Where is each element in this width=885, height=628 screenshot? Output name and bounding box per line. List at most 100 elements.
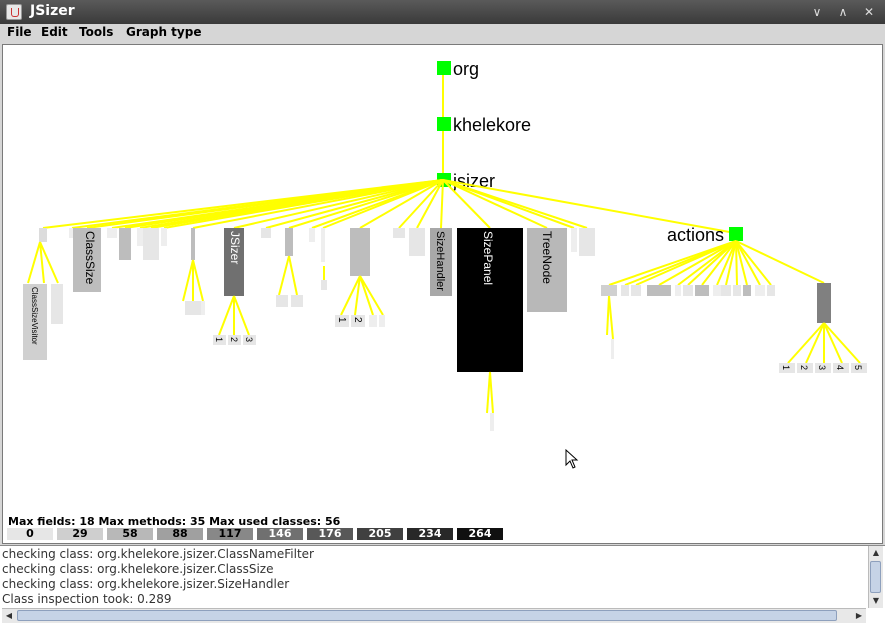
- package-node: [729, 227, 743, 241]
- child-label: 2: [229, 337, 239, 342]
- edge-line: [687, 240, 737, 286]
- class-box: [409, 228, 425, 256]
- class-box: [601, 285, 617, 296]
- graph-canvas[interactable]: org khelekore jsizer ClassSize JSizer SizeHan…: [2, 44, 883, 544]
- log-panel[interactable]: checking class: org.khelekore.jsizer.Cla…: [0, 545, 885, 628]
- menu-tools[interactable]: Tools: [79, 25, 113, 39]
- menu-graph-type[interactable]: Graph type: [126, 25, 201, 39]
- log-line: checking class: org.khelekore.jsizer.Cla…: [2, 547, 314, 561]
- child-label: 2: [799, 365, 809, 370]
- java-cup-icon: [6, 4, 22, 20]
- class-label: ClassSizeVisitor: [30, 287, 39, 345]
- vertical-scrollbar[interactable]: ▲ ▼: [868, 546, 883, 608]
- class-box: [621, 285, 629, 296]
- edge-line: [288, 255, 298, 296]
- class-box: [379, 315, 385, 327]
- edge-line: [440, 179, 444, 229]
- class-box: [743, 285, 751, 296]
- legend-swatch: 29: [57, 528, 103, 540]
- class-box: [137, 228, 143, 246]
- legend-swatch: 58: [107, 528, 153, 540]
- class-box: [107, 228, 117, 238]
- scroll-left-icon[interactable]: ◀: [2, 609, 16, 623]
- menu-edit[interactable]: Edit: [41, 25, 68, 39]
- log-lines: checking class: org.khelekore.jsizer.Cla…: [2, 547, 314, 607]
- class-box: [490, 413, 494, 431]
- class-box: [51, 284, 63, 324]
- class-box: [143, 228, 159, 260]
- vertical-scroll-thumb[interactable]: [870, 561, 881, 593]
- class-box: [185, 301, 201, 315]
- child-label: 5: [853, 365, 863, 370]
- minimize-button[interactable]: ∨: [806, 3, 828, 21]
- class-box: [309, 228, 315, 242]
- horizontal-scroll-thumb[interactable]: [17, 610, 837, 621]
- close-button[interactable]: ✕: [858, 3, 880, 21]
- class-box: [579, 228, 595, 256]
- child-label: 4: [835, 365, 845, 370]
- class-box: [733, 285, 741, 296]
- horizontal-scrollbar[interactable]: ◀ ▶: [2, 608, 866, 623]
- class-tree-graph[interactable]: orgkhelekorejsizerClassSize JSizer SizeHan…: [3, 45, 882, 515]
- edge-line: [233, 295, 250, 336]
- class-box: [611, 339, 614, 359]
- package-node: [437, 117, 451, 131]
- package-label: khelekore: [453, 115, 531, 135]
- package-label: org: [453, 59, 479, 79]
- legend-swatch: 234: [407, 528, 453, 540]
- child-label: 2: [352, 317, 363, 323]
- scroll-right-icon[interactable]: ▶: [852, 609, 866, 623]
- edge-line: [787, 322, 825, 364]
- class-box: [161, 228, 167, 246]
- scroll-down-icon[interactable]: ▼: [869, 594, 883, 608]
- class-label: JSizer: [228, 231, 242, 264]
- edge-line: [278, 255, 290, 296]
- class-box: [321, 280, 327, 290]
- scroll-up-icon[interactable]: ▲: [869, 546, 883, 560]
- log-line: checking class: org.khelekore.jsizer.Cla…: [2, 562, 274, 576]
- title-bar[interactable]: JSizer ∨ ∧ ✕: [0, 0, 885, 25]
- log-line: Class inspection took: 0.289: [2, 592, 172, 606]
- edge-line: [823, 322, 843, 364]
- jsizer-window: JSizer ∨ ∧ ✕ File Edit Tools Graph type …: [0, 0, 885, 628]
- class-box: [631, 285, 641, 296]
- class-box: [755, 285, 765, 296]
- class-box: [571, 228, 577, 252]
- class-box: [647, 285, 671, 296]
- class-box: [201, 301, 205, 315]
- edge-line: [823, 322, 861, 364]
- class-label: SizePanel: [481, 231, 495, 285]
- menu-file[interactable]: File: [7, 25, 32, 39]
- menu-bar: File Edit Tools Graph type: [0, 24, 885, 44]
- legend-swatch: 117: [207, 528, 253, 540]
- class-box: [713, 285, 721, 296]
- class-label: SizeHandler: [434, 231, 446, 291]
- class-box: [695, 285, 709, 296]
- class-box: [285, 228, 293, 256]
- legend-swatch: 264: [457, 528, 503, 540]
- edge-line: [27, 241, 41, 284]
- class-box: [393, 228, 405, 238]
- edge-line: [489, 371, 494, 414]
- edge-line: [218, 295, 235, 336]
- edge-line: [735, 240, 825, 284]
- class-box: [191, 228, 195, 260]
- class-box: [350, 228, 370, 276]
- maximize-button[interactable]: ∧: [832, 3, 854, 21]
- edge-line: [442, 179, 588, 229]
- class-box: [119, 228, 131, 260]
- class-label: ClassSize: [83, 231, 97, 285]
- legend-swatch: 205: [357, 528, 403, 540]
- package-label: actions: [667, 225, 724, 245]
- class-box: [721, 285, 731, 296]
- class-box: [675, 285, 681, 296]
- window-title: JSizer: [30, 3, 75, 19]
- legend-swatch: 176: [307, 528, 353, 540]
- edge-line: [805, 322, 825, 364]
- legend-swatch: 146: [257, 528, 303, 540]
- edge-line: [182, 259, 194, 302]
- class-label: TreeNode: [540, 231, 554, 284]
- class-box: [683, 285, 693, 296]
- class-box: [261, 228, 271, 238]
- child-label: 3: [817, 365, 827, 370]
